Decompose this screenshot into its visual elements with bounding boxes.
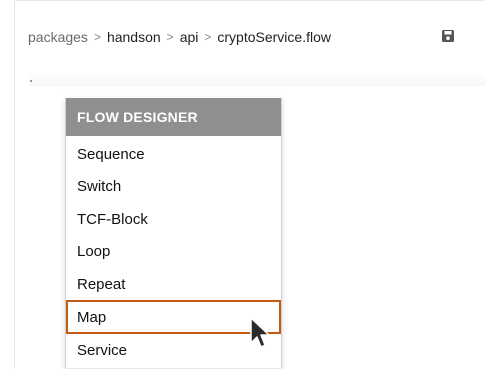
breadcrumb-item-packages[interactable]: packages <box>28 29 88 45</box>
breadcrumb-item-api[interactable]: api <box>180 29 199 45</box>
breadcrumb-separator: > <box>93 30 101 44</box>
mouse-pointer-icon <box>249 316 273 350</box>
breadcrumb-separator: > <box>166 30 174 44</box>
menu-item-switch[interactable]: Switch <box>66 170 281 202</box>
menu-item-sequence[interactable]: Sequence <box>66 138 281 170</box>
menu-item-tcf-block[interactable]: TCF-Block <box>66 203 281 235</box>
save-icon[interactable] <box>441 29 455 43</box>
menu-item-repeat[interactable]: Repeat <box>66 268 281 300</box>
breadcrumb-item-file[interactable]: cryptoService.flow <box>217 29 331 45</box>
breadcrumb-item-handson[interactable]: handson <box>107 29 161 45</box>
breadcrumb-separator: > <box>204 30 212 44</box>
canvas-dot <box>30 80 32 82</box>
menu-title: FLOW DESIGNER <box>66 98 281 136</box>
canvas-area[interactable] <box>30 72 485 86</box>
breadcrumb: packages > handson > api > cryptoService… <box>28 28 331 46</box>
menu-item-loop[interactable]: Loop <box>66 235 281 267</box>
